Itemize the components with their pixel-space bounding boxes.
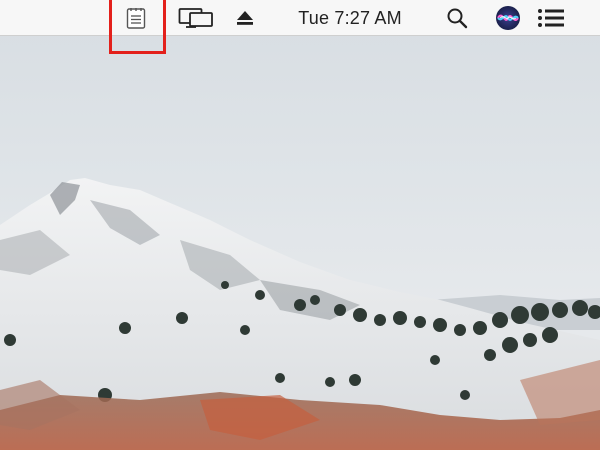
mountain-landscape	[0, 178, 600, 450]
spotlight-search-icon	[447, 8, 468, 29]
desktop-wallpaper	[0, 0, 600, 450]
siri-button[interactable]	[494, 0, 522, 36]
eject-icon	[237, 11, 253, 25]
siri-icon	[496, 6, 520, 30]
menu-bar: Tue 7:27 AM	[0, 0, 600, 36]
highlight-box	[109, 0, 166, 54]
spotlight-button[interactable]	[444, 0, 470, 36]
display-menu-extra[interactable]	[176, 0, 216, 36]
eject-menu-extra[interactable]	[233, 0, 257, 36]
menu-bar-clock[interactable]: Tue 7:27 AM	[280, 0, 420, 36]
display-mirroring-icon	[178, 8, 213, 28]
notification-center-button[interactable]	[536, 0, 566, 36]
notification-center-icon	[538, 9, 564, 27]
